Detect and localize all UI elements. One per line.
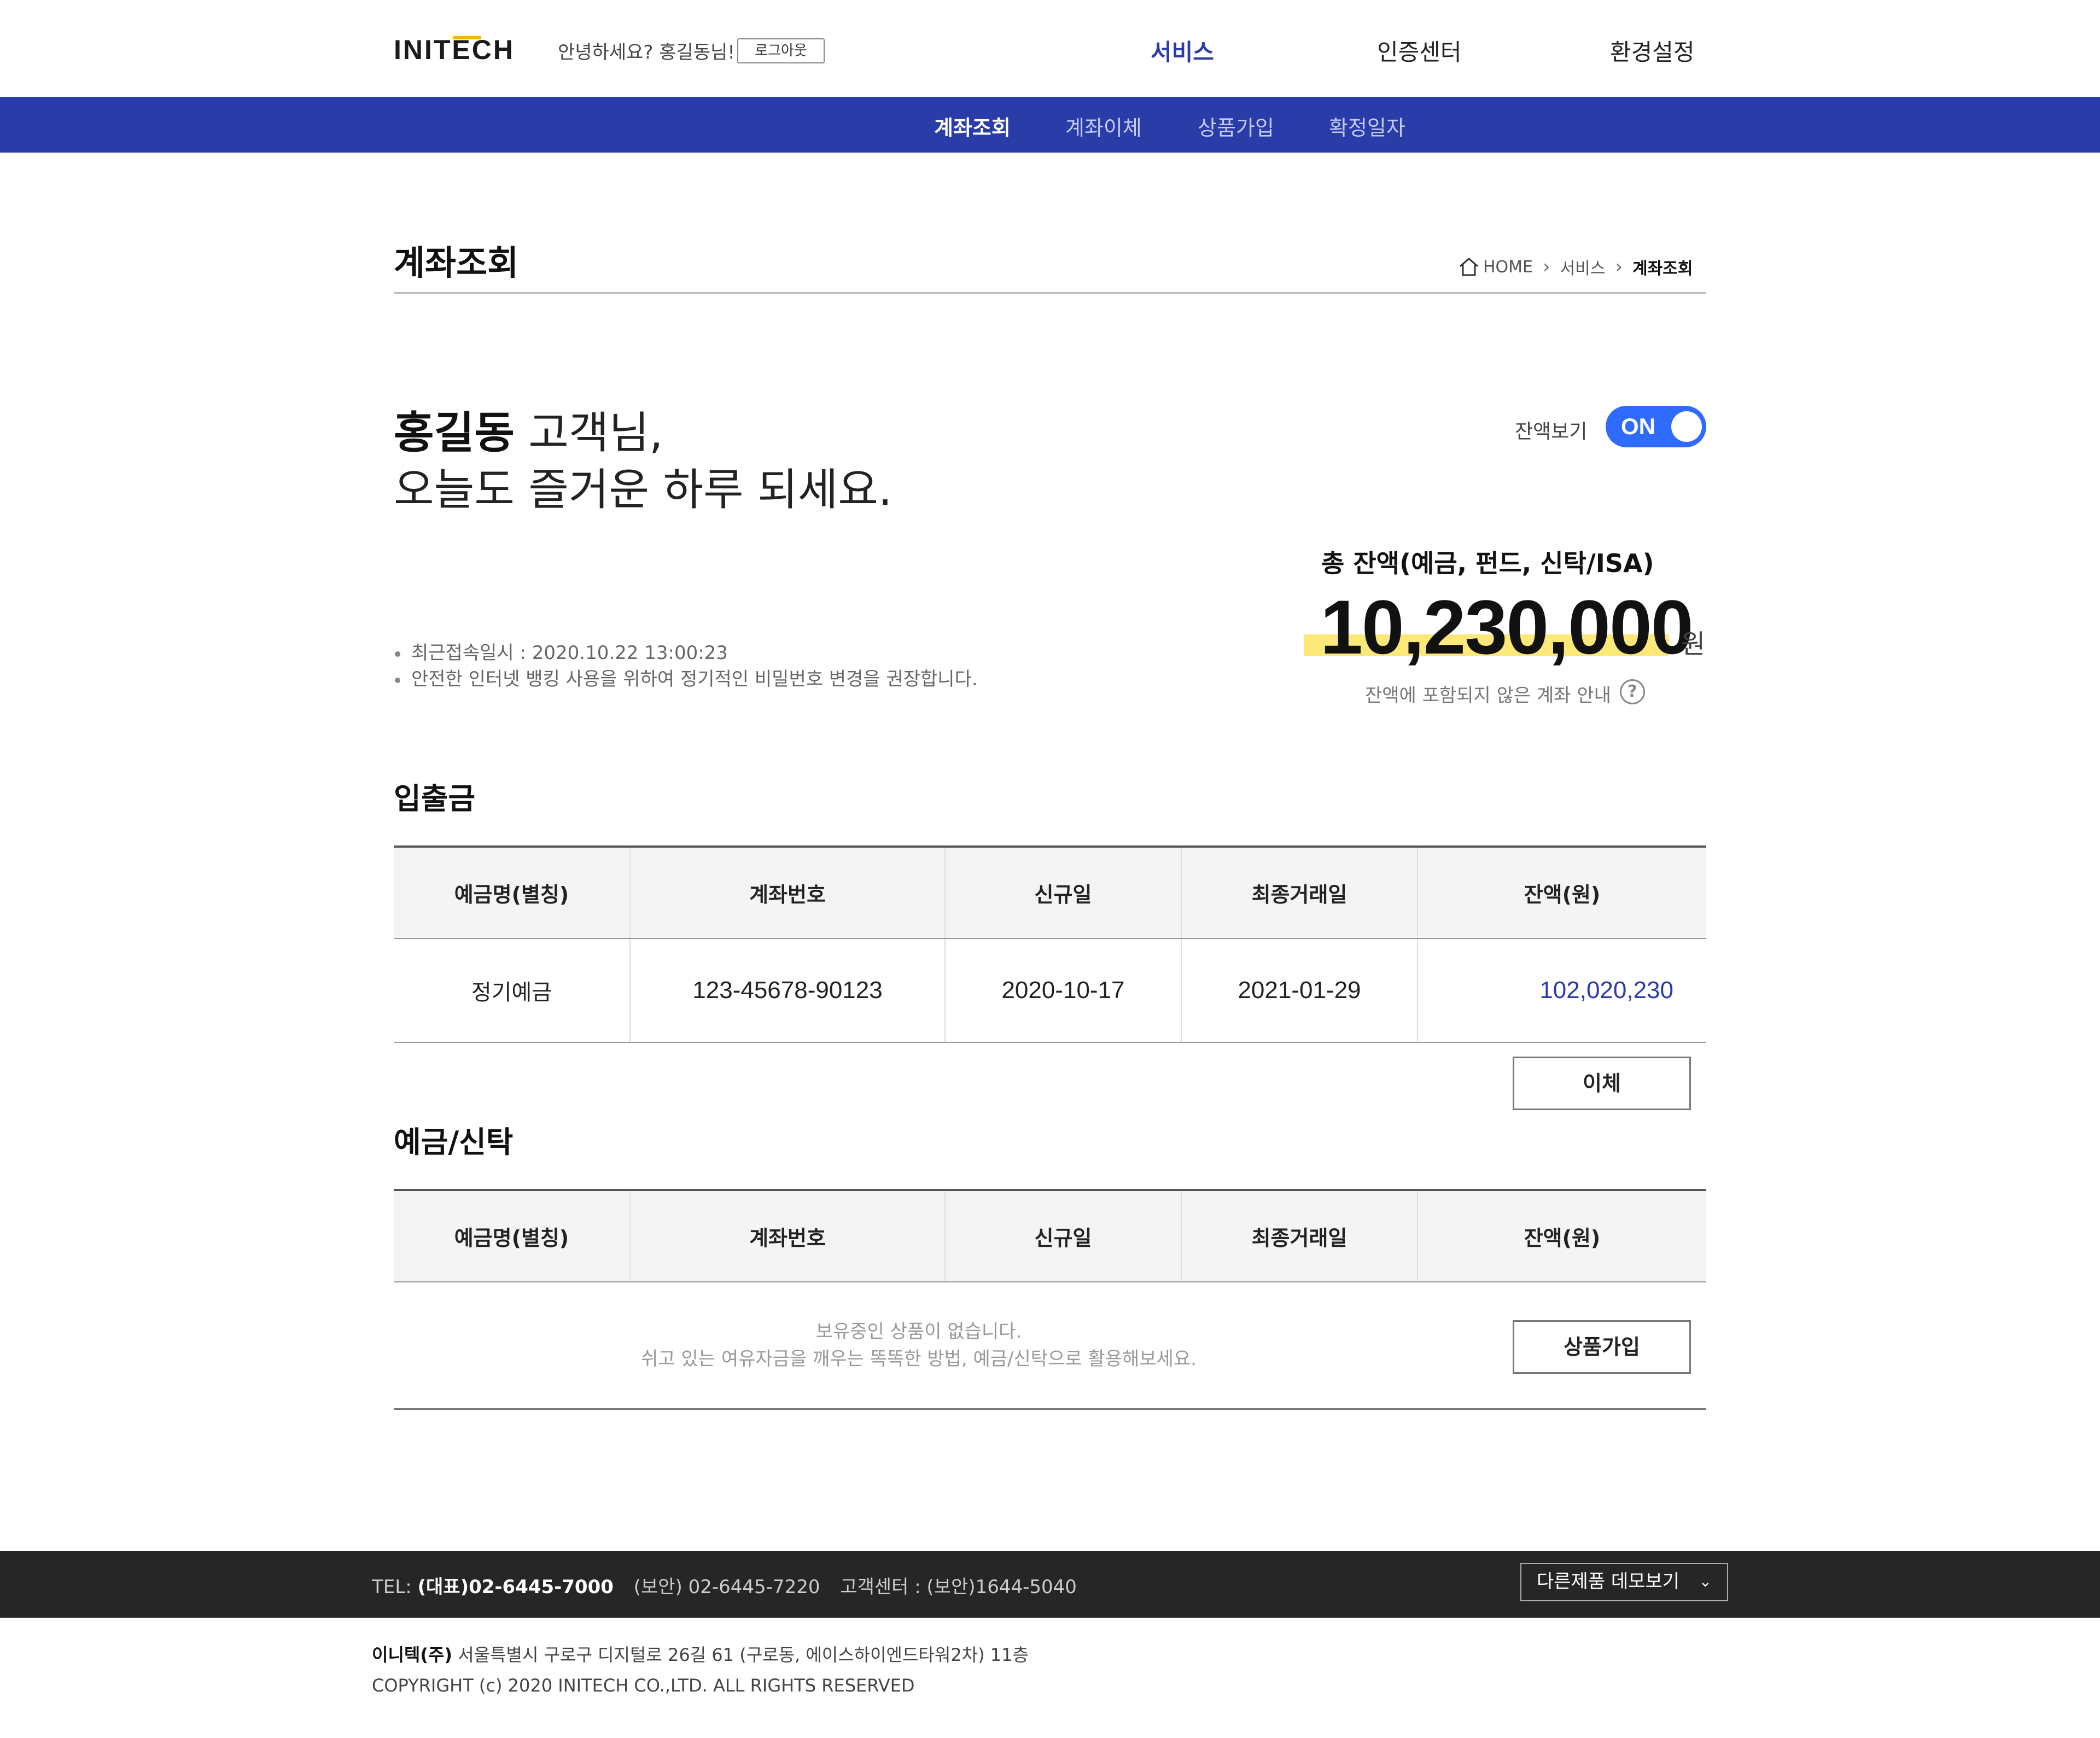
col-account-name: 예금명(별칭) — [394, 847, 631, 939]
greeting-line2: 오늘도 즐거운 하루 되세요. — [394, 464, 892, 515]
contact-info: TEL: (대표)02-6445-7000 (보안) 02-6445-7220 … — [372, 1572, 1077, 1599]
title-divider — [394, 292, 1706, 294]
col-balance: 잔액(원) — [1418, 1190, 1706, 1282]
password-note: 안전한 인터넷 뱅킹 사용을 위하여 정기적인 비밀번호 변경을 권장합니다. — [394, 666, 978, 692]
user-greeting: 안녕하세요? 홍길동님! — [558, 42, 736, 63]
subnav-fixed-date[interactable]: 확정일자 — [1329, 111, 1405, 141]
col-account-number: 계좌번호 — [630, 847, 946, 939]
chevron-right-icon: › — [1543, 256, 1550, 278]
col-balance: 잔액(원) — [1418, 847, 1706, 939]
notice-list: 최근접속일시 : 2020.10.22 13:00:23 안전한 인터넷 뱅킹 … — [394, 640, 978, 692]
footer-contact-bar: TEL: (대표)02-6445-7000 (보안) 02-6445-7220 … — [0, 1551, 2100, 1618]
demo-products-select[interactable]: 다른제품 데모보기 ⌄ — [1520, 1563, 1728, 1601]
total-balance-amount: 10,230,000 — [1320, 584, 1694, 670]
breadcrumb-home[interactable]: HOME — [1483, 258, 1533, 277]
gnb-auth-center[interactable]: 인증센터 — [1377, 34, 1462, 67]
chevron-right-icon: › — [1615, 256, 1623, 278]
customer-name: 홍길동 — [394, 407, 515, 458]
transfer-button[interactable]: 이체 — [1513, 1057, 1691, 1110]
total-balance-label: 총 잔액(예금, 펀드, 신탁/ISA) — [1321, 549, 1654, 578]
col-account-number: 계좌번호 — [630, 1190, 946, 1282]
gnb-service[interactable]: 서비스 — [1151, 34, 1214, 67]
open-date: 2020-10-17 — [945, 938, 1182, 1043]
trust-table: 예금명(별칭) 계좌번호 신규일 최종거래일 잔액(원) — [394, 1189, 1706, 1282]
sub-navigation: 계좌조회 계좌이체 상품가입 확정일자 — [0, 97, 2100, 153]
balance-toggle[interactable]: ON — [1606, 406, 1706, 447]
subnav-transfer[interactable]: 계좌이체 — [1065, 111, 1142, 141]
product-signup-button[interactable]: 상품가입 — [1513, 1320, 1691, 1374]
toggle-knob — [1671, 411, 1702, 442]
empty-line1: 보유중인 상품이 없습니다. — [815, 1321, 1022, 1343]
col-open-date: 신규일 — [945, 847, 1182, 939]
subnav-product-signup[interactable]: 상품가입 — [1198, 111, 1274, 141]
account-number[interactable]: 123-45678-90123 — [630, 938, 946, 1043]
empty-line2: 쉬고 있는 여유자금을 깨우는 똑똑한 방법, 예금/신탁으로 활용해보세요. — [641, 1348, 1197, 1370]
last-transaction-date: 2021-01-29 — [1181, 938, 1418, 1043]
welcome-message: 홍길동 고객님, 오늘도 즐거운 하루 되세요. — [394, 405, 892, 518]
company-name: 이니텍(주) — [372, 1644, 453, 1665]
col-last-transaction: 최종거래일 — [1181, 847, 1418, 939]
demo-label: 다른제품 데모보기 — [1537, 1571, 1680, 1593]
chevron-down-icon: ⌄ — [1699, 1572, 1712, 1590]
company-address: 서울특별시 구로구 디지털로 26길 61 (구로동, 에이스하이엔드타워2차)… — [452, 1644, 1029, 1665]
table-row[interactable]: 정기예금 123-45678-90123 2020-10-17 2021-01-… — [394, 938, 1706, 1043]
gnb-settings[interactable]: 환경설정 — [1610, 34, 1695, 67]
deposit-table: 예금명(별칭) 계좌번호 신규일 최종거래일 잔액(원) 정기예금 123-45… — [394, 845, 1706, 1043]
col-last-transaction: 최종거래일 — [1181, 1190, 1418, 1282]
top-header: INITECH 안녕하세요? 홍길동님! 로그아웃 서비스 인증센터 환경설정 — [0, 0, 2100, 97]
breadcrumb-current: 계좌조회 — [1632, 259, 1693, 278]
tel-main: (대표)02-6445-7000 — [417, 1576, 614, 1598]
copyright: COPYRIGHT (c) 2020 INITECH CO.,LTD. ALL … — [372, 1675, 915, 1696]
toggle-state: ON — [1621, 413, 1655, 439]
account-name: 정기예금 — [394, 938, 631, 1043]
breadcrumb-service[interactable]: 서비스 — [1560, 255, 1606, 279]
deposit-section-title: 입출금 — [394, 781, 476, 816]
col-account-name: 예금명(별칭) — [394, 1190, 631, 1282]
empty-message: 보유중인 상품이 없습니다. 쉬고 있는 여유자금을 깨우는 똑똑한 방법, 예… — [394, 1318, 1444, 1373]
col-open-date: 신규일 — [945, 1190, 1182, 1282]
footer-address: 이니텍(주) 서울특별시 구로구 디지털로 26길 61 (구로동, 에이스하이… — [372, 1640, 1029, 1701]
greeting-suffix: 고객님, — [514, 407, 663, 458]
table-header-row: 예금명(별칭) 계좌번호 신규일 최종거래일 잔액(원) — [394, 847, 1706, 939]
account-balance: 102,020,230 — [1418, 938, 1706, 1043]
empty-state: 보유중인 상품이 없습니다. 쉬고 있는 여유자금을 깨우는 똑똑한 방법, 예… — [394, 1283, 1706, 1410]
trust-section-title: 예금/신탁 — [394, 1125, 514, 1159]
logo-accent — [453, 36, 481, 39]
home-icon[interactable] — [1458, 256, 1480, 277]
tel-security: (보안) 02-6445-7220 — [633, 1576, 820, 1598]
currency-unit: 원 — [1681, 629, 1706, 660]
table-header-row: 예금명(별칭) 계좌번호 신규일 최종거래일 잔액(원) — [394, 1190, 1706, 1282]
breadcrumb: HOME › 서비스 › 계좌조회 — [1458, 255, 1693, 279]
page-title: 계좌조회 — [394, 243, 519, 283]
help-icon[interactable]: ? — [1620, 679, 1645, 704]
excluded-accounts-link[interactable]: 잔액에 포함되지 않은 계좌 안내 — [1365, 680, 1611, 707]
balance-toggle-label: 잔액보기 — [1515, 421, 1588, 443]
tel-prefix: TEL: — [372, 1576, 412, 1598]
logout-button[interactable]: 로그아웃 — [737, 38, 825, 63]
customer-center: 고객센터 : (보안)1644-5040 — [840, 1576, 1077, 1598]
last-login-note: 최근접속일시 : 2020.10.22 13:00:23 — [394, 640, 978, 666]
subnav-account-inquiry[interactable]: 계좌조회 — [934, 111, 1011, 141]
